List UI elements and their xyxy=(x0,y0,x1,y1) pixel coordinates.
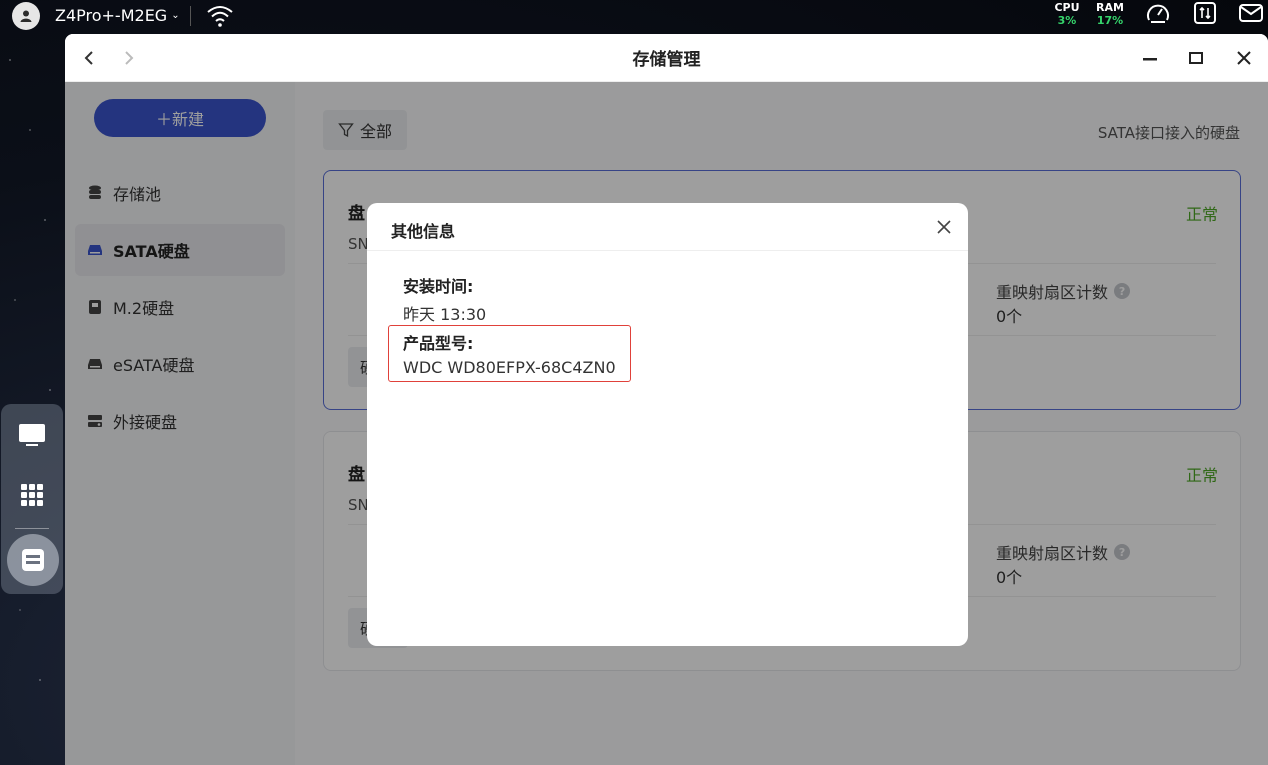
top-status-bar: Z4Pro+-M2EG ⌄ CPU 3% RAM 17% xyxy=(0,0,1268,34)
ram-label: RAM xyxy=(1096,1,1124,14)
app-grid-icon[interactable] xyxy=(15,478,49,512)
user-avatar-icon[interactable] xyxy=(12,2,40,30)
forward-button[interactable] xyxy=(117,46,141,70)
ram-value: 17% xyxy=(1096,14,1124,27)
device-name-label: Z4Pro+-M2EG xyxy=(55,6,168,25)
window-titlebar: 存储管理 xyxy=(65,34,1268,82)
product-model-label: 产品型号: xyxy=(403,334,474,353)
close-window-button[interactable] xyxy=(1231,45,1257,71)
install-time-label: 安装时间: xyxy=(403,277,474,296)
install-time-field: 安装时间: 昨天 13:30 xyxy=(403,273,486,325)
storage-manager-window: 存储管理 ＋新建 存储池 SATA硬盘 M.2硬盘 eSATA硬盘 外接硬盘 全… xyxy=(65,34,1268,765)
speedometer-icon[interactable] xyxy=(1145,0,1171,26)
ram-meter[interactable]: RAM 17% xyxy=(1094,1,1126,27)
chevron-left-icon xyxy=(84,51,93,65)
app-dock xyxy=(1,404,63,594)
close-icon xyxy=(1237,51,1251,65)
other-info-dialog: 其他信息 安装时间: 昨天 13:30 产品型号: WDC WD80EFPX-6… xyxy=(367,203,968,646)
dialog-title: 其他信息 xyxy=(391,222,456,241)
chevron-down-icon: ⌄ xyxy=(171,10,180,21)
minimize-icon xyxy=(1143,58,1157,61)
cpu-meter[interactable]: CPU 3% xyxy=(1054,1,1080,27)
device-name-dropdown[interactable]: Z4Pro+-M2EG ⌄ xyxy=(55,6,180,25)
desktop-icon[interactable] xyxy=(15,418,49,452)
maximize-button[interactable] xyxy=(1183,45,1209,71)
product-model-field: 产品型号: WDC WD80EFPX-68C4ZN0 xyxy=(388,325,631,382)
window-title: 存储管理 xyxy=(632,50,701,70)
close-icon xyxy=(937,220,951,234)
storage-manager-dock-icon[interactable] xyxy=(7,534,59,586)
topbar-divider xyxy=(190,6,191,26)
mail-icon[interactable] xyxy=(1238,0,1264,26)
cpu-value: 3% xyxy=(1057,14,1077,27)
dialog-header: 其他信息 xyxy=(367,203,968,251)
install-time-value: 昨天 13:30 xyxy=(403,305,487,324)
cpu-label: CPU xyxy=(1054,1,1080,14)
product-model-value: WDC WD80EFPX-68C4ZN0 xyxy=(403,358,616,377)
dialog-close-button[interactable] xyxy=(934,217,954,237)
transfer-icon[interactable] xyxy=(1192,0,1218,26)
maximize-icon xyxy=(1189,52,1203,64)
minimize-button[interactable] xyxy=(1137,45,1163,71)
chevron-right-icon xyxy=(125,51,134,65)
dock-divider xyxy=(15,528,49,529)
back-button[interactable] xyxy=(77,46,101,70)
wifi-icon[interactable] xyxy=(205,3,235,29)
